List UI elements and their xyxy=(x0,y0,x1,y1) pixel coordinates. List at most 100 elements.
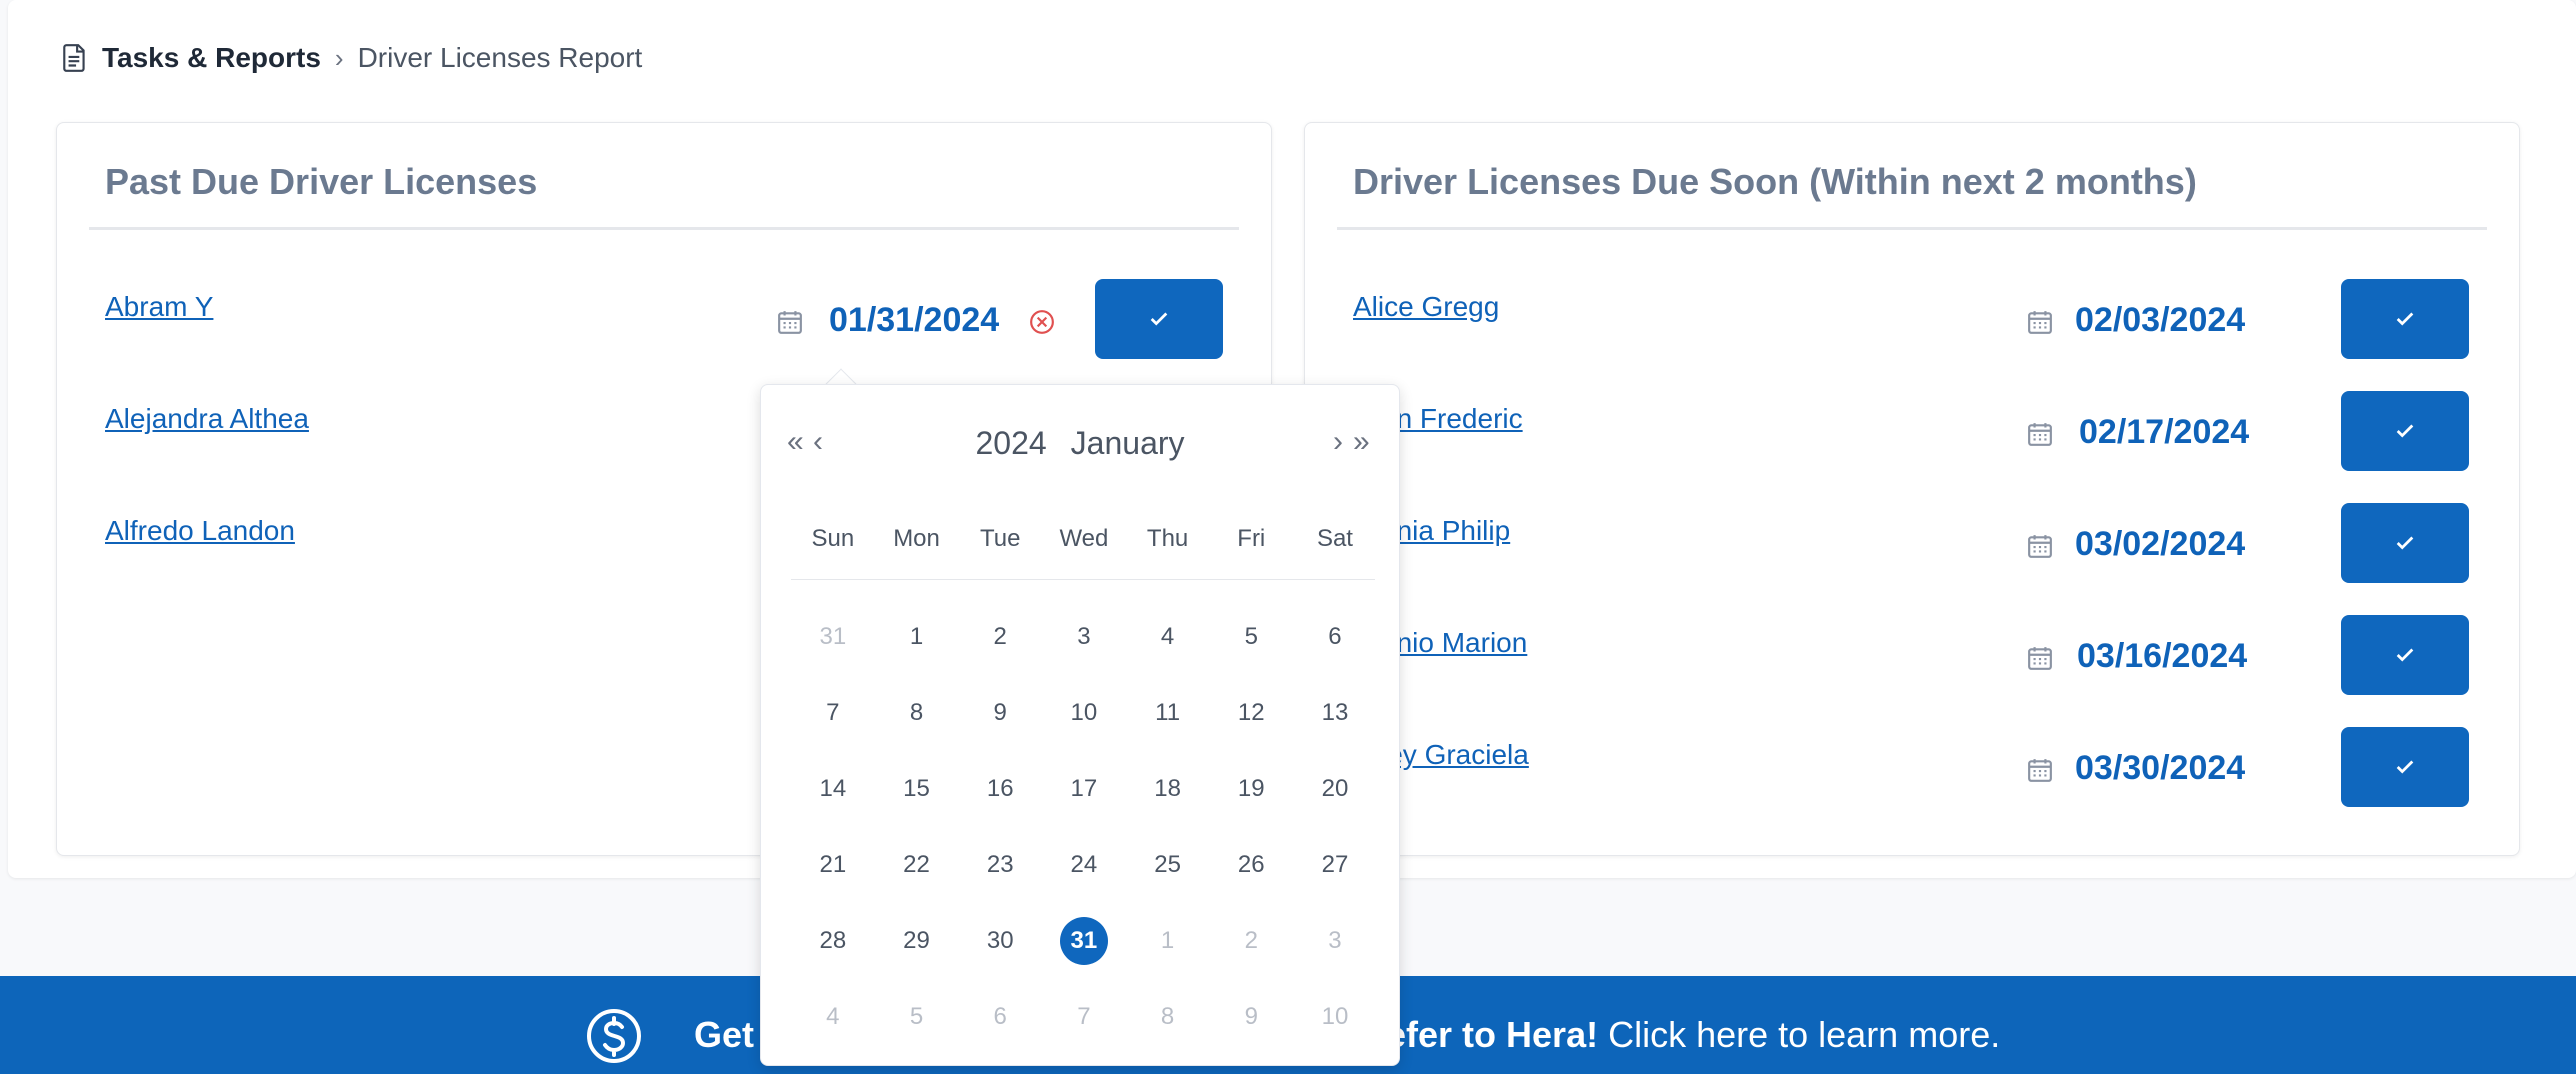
calendar-icon xyxy=(2028,423,2052,446)
date-input[interactable]: 02/03/2024 xyxy=(2075,301,2245,340)
due-soon-panel: Driver Licenses Due Soon (Within next 2 … xyxy=(1304,122,2520,856)
divider xyxy=(89,227,1239,230)
calendar-day[interactable]: 19 xyxy=(1209,751,1293,827)
breadcrumb-root[interactable]: Tasks & Reports xyxy=(102,42,321,74)
calendar-icon xyxy=(2028,647,2052,670)
driver-link[interactable]: Alice Gregg xyxy=(1353,291,1499,323)
panel-title: Driver Licenses Due Soon (Within next 2 … xyxy=(1353,161,2197,202)
calendar-day[interactable]: 24 xyxy=(1042,827,1126,903)
calendar-day[interactable]: 10 xyxy=(1293,979,1377,1055)
confirm-button[interactable] xyxy=(2341,615,2469,695)
calendar-day[interactable]: 28 xyxy=(791,903,875,979)
calendar-day[interactable]: 1 xyxy=(1126,903,1210,979)
document-icon xyxy=(63,44,85,72)
date-picker-header: « ‹ 2024 January › » xyxy=(761,419,1399,469)
banner-rest: Click here to learn more. xyxy=(1598,1014,2001,1055)
week-row: 14 15 16 17 18 19 20 xyxy=(791,751,1377,827)
calendar-day[interactable]: 7 xyxy=(1042,979,1126,1055)
calendar-day[interactable]: 23 xyxy=(958,827,1042,903)
confirm-button[interactable] xyxy=(1095,279,1223,359)
calendar-day[interactable]: 16 xyxy=(958,751,1042,827)
calendar-day[interactable]: 25 xyxy=(1126,827,1210,903)
calendar-day[interactable]: 30 xyxy=(958,903,1042,979)
calendar-day[interactable]: 18 xyxy=(1126,751,1210,827)
divider xyxy=(1337,227,2487,230)
calendar-day[interactable]: 3 xyxy=(1042,599,1126,675)
check-icon xyxy=(2396,536,2414,550)
list-item: Alice Gregg 02/03/2024 xyxy=(1305,279,2519,359)
weekday-label: Sat xyxy=(1316,525,1353,552)
week-row: 28 29 30 31 1 2 3 xyxy=(791,903,1377,979)
chevron-right-icon: › xyxy=(334,42,344,73)
calendar-day[interactable]: 26 xyxy=(1209,827,1293,903)
calendar-day-selected[interactable]: 31 xyxy=(1042,903,1126,979)
calendar-day[interactable]: 29 xyxy=(875,903,959,979)
breadcrumb-current: Driver Licenses Report xyxy=(357,42,643,73)
calendar-day[interactable]: 21 xyxy=(791,827,875,903)
divider xyxy=(791,579,1375,580)
list-item: …onia Philip 03/02/2024 xyxy=(1305,503,2519,583)
clear-icon[interactable] xyxy=(1029,309,1055,335)
next-month-icon[interactable]: › xyxy=(1333,427,1343,457)
list-item: …onio Marion 03/16/2024 xyxy=(1305,615,2519,695)
calendar-day[interactable]: 12 xyxy=(1209,675,1293,751)
check-icon xyxy=(1150,312,1168,326)
list-item: Abram Y 01/31/2024 xyxy=(57,279,1271,359)
calendar-day[interactable]: 8 xyxy=(875,675,959,751)
calendar-day[interactable]: 3 xyxy=(1293,903,1377,979)
calendar-icon xyxy=(2028,311,2052,334)
driver-link[interactable]: Alejandra Althea xyxy=(105,403,309,435)
calendar-day[interactable]: 1 xyxy=(875,599,959,675)
calendar-day[interactable]: 14 xyxy=(791,751,875,827)
panel-title: Past Due Driver Licenses xyxy=(105,161,538,202)
calendar-day[interactable]: 15 xyxy=(875,751,959,827)
date-picker: « ‹ 2024 January › » Sun Mon Tue Wed Thu … xyxy=(760,384,1400,1066)
banner-bold: efer to Hera! xyxy=(1386,1014,1599,1055)
weekday-label: Fri xyxy=(1237,525,1266,552)
calendar-day[interactable]: 27 xyxy=(1293,827,1377,903)
next-year-icon[interactable]: » xyxy=(1353,427,1370,457)
calendar-icon xyxy=(2028,535,2052,558)
date-input[interactable]: 03/02/2024 xyxy=(2075,525,2245,564)
week-row: 7 8 9 10 11 12 13 xyxy=(791,675,1377,751)
calendar-day[interactable]: 22 xyxy=(875,827,959,903)
calendar-day[interactable]: 13 xyxy=(1293,675,1377,751)
calendar-day[interactable]: 4 xyxy=(791,979,875,1055)
breadcrumb: Tasks & Reports › Driver Licenses Report xyxy=(62,40,642,76)
date-input[interactable]: 03/16/2024 xyxy=(2077,637,2247,676)
calendar-day[interactable]: 7 xyxy=(791,675,875,751)
list-item: …ley Graciela 03/30/2024 xyxy=(1305,727,2519,807)
calendar-day[interactable]: 9 xyxy=(958,675,1042,751)
confirm-button[interactable] xyxy=(2341,391,2469,471)
calendar-day[interactable]: 4 xyxy=(1126,599,1210,675)
calendar-day[interactable]: 8 xyxy=(1126,979,1210,1055)
date-input[interactable]: 03/30/2024 xyxy=(2075,749,2245,788)
check-icon xyxy=(2396,312,2414,326)
date-input[interactable]: 02/17/2024 xyxy=(2079,413,2249,452)
year-label[interactable]: 2024 xyxy=(975,425,1046,461)
confirm-button[interactable] xyxy=(2341,503,2469,583)
calendar-day[interactable]: 6 xyxy=(958,979,1042,1055)
calendar-day[interactable]: 2 xyxy=(1209,903,1293,979)
calendar-day[interactable]: 5 xyxy=(1209,599,1293,675)
confirm-button[interactable] xyxy=(2341,279,2469,359)
weekday-label: Wed xyxy=(1059,525,1109,552)
calendar-day[interactable]: 5 xyxy=(875,979,959,1055)
calendar-day[interactable]: 10 xyxy=(1042,675,1126,751)
weekday-label: Thu xyxy=(1146,525,1189,552)
calendar-day[interactable]: 11 xyxy=(1126,675,1210,751)
month-label[interactable]: January xyxy=(1071,425,1185,461)
calendar-day[interactable]: 31 xyxy=(791,599,875,675)
calendar-day[interactable]: 9 xyxy=(1209,979,1293,1055)
check-icon xyxy=(2396,424,2414,438)
driver-link[interactable]: Alfredo Landon xyxy=(105,515,295,547)
calendar-day[interactable]: 2 xyxy=(958,599,1042,675)
calendar-day[interactable]: 17 xyxy=(1042,751,1126,827)
driver-link[interactable]: Abram Y xyxy=(105,291,213,323)
calendar-day[interactable]: 6 xyxy=(1293,599,1377,675)
date-input[interactable]: 01/31/2024 xyxy=(829,301,999,340)
weekday-label: Tue xyxy=(979,525,1021,552)
dollar-icon xyxy=(587,1009,641,1063)
calendar-day[interactable]: 20 xyxy=(1293,751,1377,827)
confirm-button[interactable] xyxy=(2341,727,2469,807)
